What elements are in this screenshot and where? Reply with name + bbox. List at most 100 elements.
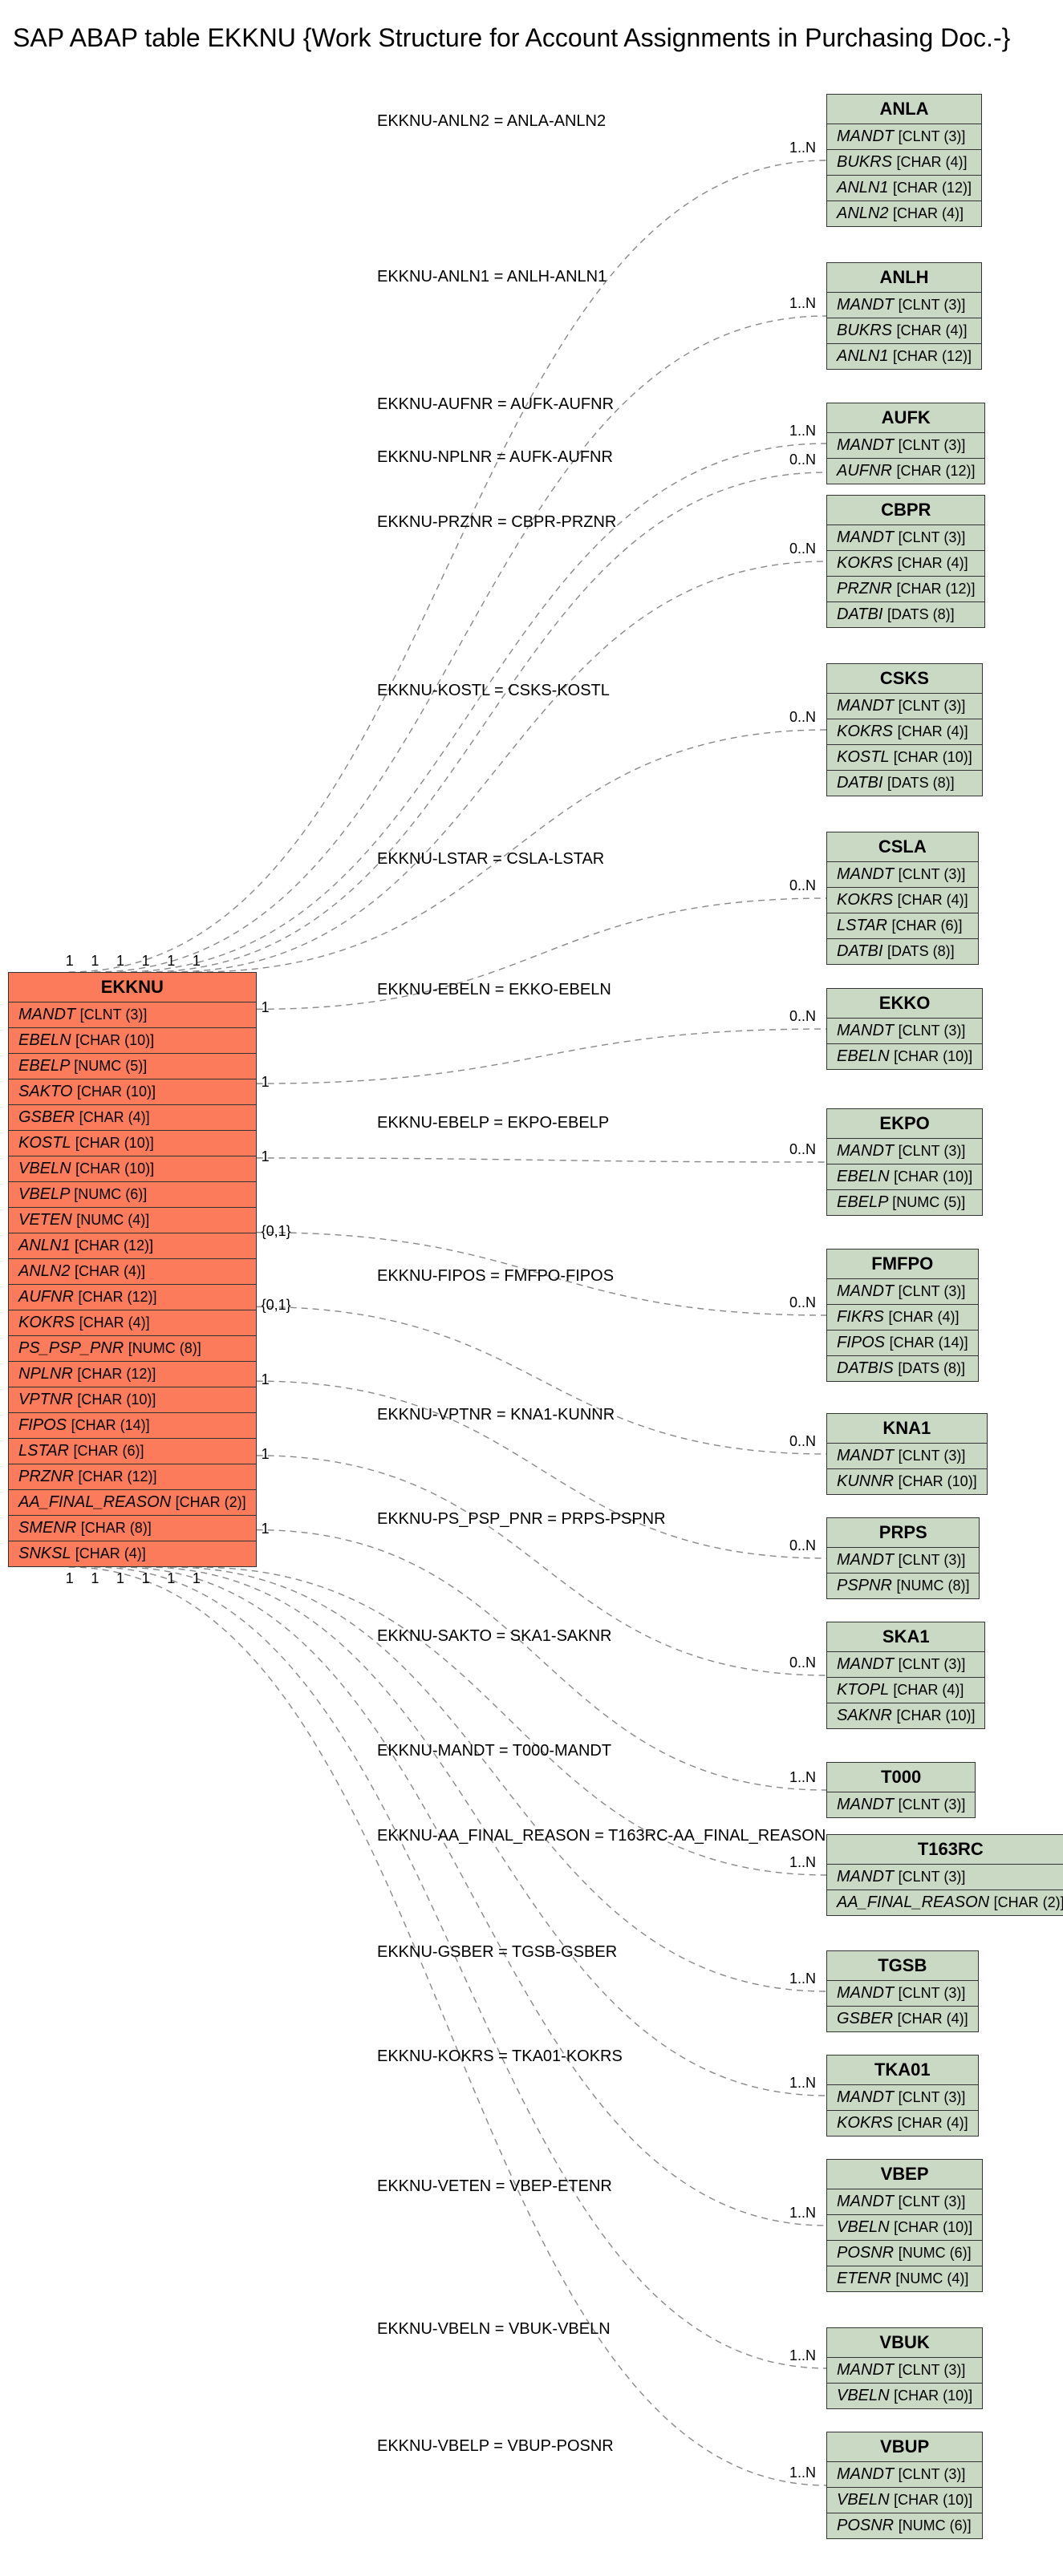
entity-field: VBELN [CHAR (10)] — [827, 2488, 982, 2513]
entity-header: AUFK — [827, 403, 984, 433]
entity-field: ANLN2 [CHAR (4)] — [827, 201, 981, 226]
right-cardinality: 1..N — [789, 1854, 816, 1871]
entity-field: SAKNR [CHAR (10)] — [827, 1703, 984, 1728]
entity-field: VPTNR [CHAR (10)] — [9, 1387, 256, 1413]
right-cardinality: 1..N — [789, 140, 816, 156]
entity-field: MANDT [CLNT (3)] — [827, 1279, 978, 1305]
entity-header: T000 — [827, 1763, 975, 1792]
entity-field: MANDT [CLNT (3)] — [827, 124, 981, 150]
entity-field: BUKRS [CHAR (4)] — [827, 318, 981, 344]
right-cardinality: 1..N — [789, 2205, 816, 2222]
entity-header: CSLA — [827, 832, 978, 862]
entity-field: MANDT [CLNT (3)] — [827, 2085, 978, 2111]
left-cardinality: 1 — [262, 1074, 270, 1091]
entity-vbuk: VBUKMANDT [CLNT (3)]VBELN [CHAR (10)] — [826, 2327, 983, 2409]
entity-field: KTOPL [CHAR (4)] — [827, 1678, 984, 1703]
relation-label: EKKNU-AA_FINAL_REASON = T163RC-AA_FINAL_… — [377, 1827, 826, 1845]
right-cardinality: 0..N — [789, 1433, 816, 1450]
right-cardinality: 0..N — [789, 1294, 816, 1311]
entity-anla: ANLAMANDT [CLNT (3)]BUKRS [CHAR (4)]ANLN… — [826, 94, 982, 227]
left-cardinality: 1 — [66, 953, 74, 970]
left-cardinality: 1 — [262, 1371, 270, 1388]
right-cardinality: 0..N — [789, 1008, 816, 1025]
entity-field: EBELP [NUMC (5)] — [827, 1190, 982, 1215]
entity-field: MANDT [CLNT (3)] — [827, 1548, 979, 1574]
entity-field: BUKRS [CHAR (4)] — [827, 150, 981, 176]
relation-label: EKKNU-VPTNR = KNA1-KUNNR — [377, 1406, 615, 1424]
relation-label: EKKNU-KOKRS = TKA01-KOKRS — [377, 2047, 623, 2066]
entity-field: PSPNR [NUMC (8)] — [827, 1574, 979, 1598]
entity-field: ANLN1 [CHAR (12)] — [827, 176, 981, 201]
left-cardinality: 1 — [142, 953, 150, 970]
relation-label: EKKNU-PRZNR = CBPR-PRZNR — [377, 513, 616, 532]
entity-csks: CSKSMANDT [CLNT (3)]KOKRS [CHAR (4)]KOST… — [826, 663, 983, 796]
right-cardinality: 0..N — [789, 541, 816, 557]
entity-field: MANDT [CLNT (3)] — [827, 1865, 1063, 1890]
right-cardinality: 0..N — [789, 1537, 816, 1554]
right-cardinality: 0..N — [789, 1655, 816, 1671]
entity-t000: T000MANDT [CLNT (3)] — [826, 1762, 976, 1818]
entity-field: LSTAR [CHAR (6)] — [827, 913, 978, 939]
entity-field: KOSTL [CHAR (10)] — [9, 1131, 256, 1156]
entity-header: TKA01 — [827, 2056, 978, 2085]
entity-field: MANDT [CLNT (3)] — [827, 433, 984, 459]
entity-field: DATBI [DATS (8)] — [827, 602, 984, 627]
relation-label: EKKNU-LSTAR = CSLA-LSTAR — [377, 850, 604, 869]
entity-field: KOSTL [CHAR (10)] — [827, 745, 982, 771]
entity-ekpo: EKPOMANDT [CLNT (3)]EBELN [CHAR (10)]EBE… — [826, 1108, 983, 1216]
right-cardinality: 1..N — [789, 423, 816, 439]
left-cardinality: 1 — [116, 953, 124, 970]
right-cardinality: 1..N — [789, 2347, 816, 2364]
entity-field: GSBER [CHAR (4)] — [827, 2007, 978, 2031]
right-cardinality: 0..N — [789, 709, 816, 726]
relation-label: EKKNU-MANDT = T000-MANDT — [377, 1742, 611, 1760]
entity-field: MANDT [CLNT (3)] — [9, 1002, 256, 1028]
entity-field: PS_PSP_PNR [NUMC (8)] — [9, 1336, 256, 1362]
relation-label: EKKNU-ANLN2 = ANLA-ANLN2 — [377, 112, 606, 131]
relation-label: EKKNU-VETEN = VBEP-ETENR — [377, 2177, 612, 2196]
right-cardinality: 1..N — [789, 2465, 816, 2481]
entity-field: MANDT [CLNT (3)] — [827, 1792, 975, 1817]
entity-tgsb: TGSBMANDT [CLNT (3)]GSBER [CHAR (4)] — [826, 1950, 979, 2032]
relation-label: EKKNU-KOSTL = CSKS-KOSTL — [377, 682, 610, 700]
entity-field: AA_FINAL_REASON [CHAR (2)] — [827, 1890, 1063, 1915]
left-cardinality: 1 — [91, 953, 99, 970]
entity-header: EKKNU — [9, 973, 256, 1002]
entity-field: EBELN [CHAR (10)] — [827, 1164, 982, 1190]
entity-field: ANLN1 [CHAR (12)] — [9, 1233, 256, 1259]
entity-field: VBELN [CHAR (10)] — [9, 1156, 256, 1182]
left-cardinality: 1 — [142, 1570, 150, 1587]
entity-header: VBEP — [827, 2160, 982, 2189]
entity-field: MANDT [CLNT (3)] — [827, 293, 981, 318]
relation-label: EKKNU-EBELN = EKKO-EBELN — [377, 981, 611, 999]
entity-header: T163RC — [827, 1835, 1063, 1865]
entity-field: AUFNR [CHAR (12)] — [827, 459, 984, 484]
left-cardinality: 1 — [91, 1570, 99, 1587]
relation-label: EKKNU-FIPOS = FMFPO-FIPOS — [377, 1267, 614, 1286]
entity-field: DATBIS [DATS (8)] — [827, 1356, 978, 1381]
left-cardinality: {0,1} — [262, 1223, 291, 1240]
relation-label: EKKNU-VBELP = VBUP-POSNR — [377, 2437, 614, 2456]
entity-anlh: ANLHMANDT [CLNT (3)]BUKRS [CHAR (4)]ANLN… — [826, 262, 982, 370]
entity-header: PRPS — [827, 1518, 979, 1548]
entity-field: PRZNR [CHAR (12)] — [9, 1464, 256, 1490]
left-cardinality: 1 — [66, 1570, 74, 1587]
entity-field: FIPOS [CHAR (14)] — [9, 1413, 256, 1439]
left-cardinality: 1 — [193, 1570, 201, 1587]
entity-header: CBPR — [827, 496, 984, 525]
entity-t163rc: T163RCMANDT [CLNT (3)]AA_FINAL_REASON [C… — [826, 1834, 1063, 1916]
entity-field: MANDT [CLNT (3)] — [827, 694, 982, 719]
entity-field: FIKRS [CHAR (4)] — [827, 1305, 978, 1331]
entity-field: AA_FINAL_REASON [CHAR (2)] — [9, 1490, 256, 1516]
entity-field: MANDT [CLNT (3)] — [827, 1444, 987, 1469]
entity-field: LSTAR [CHAR (6)] — [9, 1439, 256, 1464]
entity-field: MANDT [CLNT (3)] — [827, 862, 978, 888]
relation-label: EKKNU-PS_PSP_PNR = PRPS-PSPNR — [377, 1510, 666, 1529]
entity-field: EBELP [NUMC (5)] — [9, 1054, 256, 1079]
entity-header: FMFPO — [827, 1250, 978, 1279]
left-cardinality: 1 — [193, 953, 201, 970]
entity-field: GSBER [CHAR (4)] — [9, 1105, 256, 1131]
left-cardinality: 1 — [262, 1148, 270, 1165]
entity-header: ANLH — [827, 263, 981, 293]
entity-header: CSKS — [827, 664, 982, 694]
